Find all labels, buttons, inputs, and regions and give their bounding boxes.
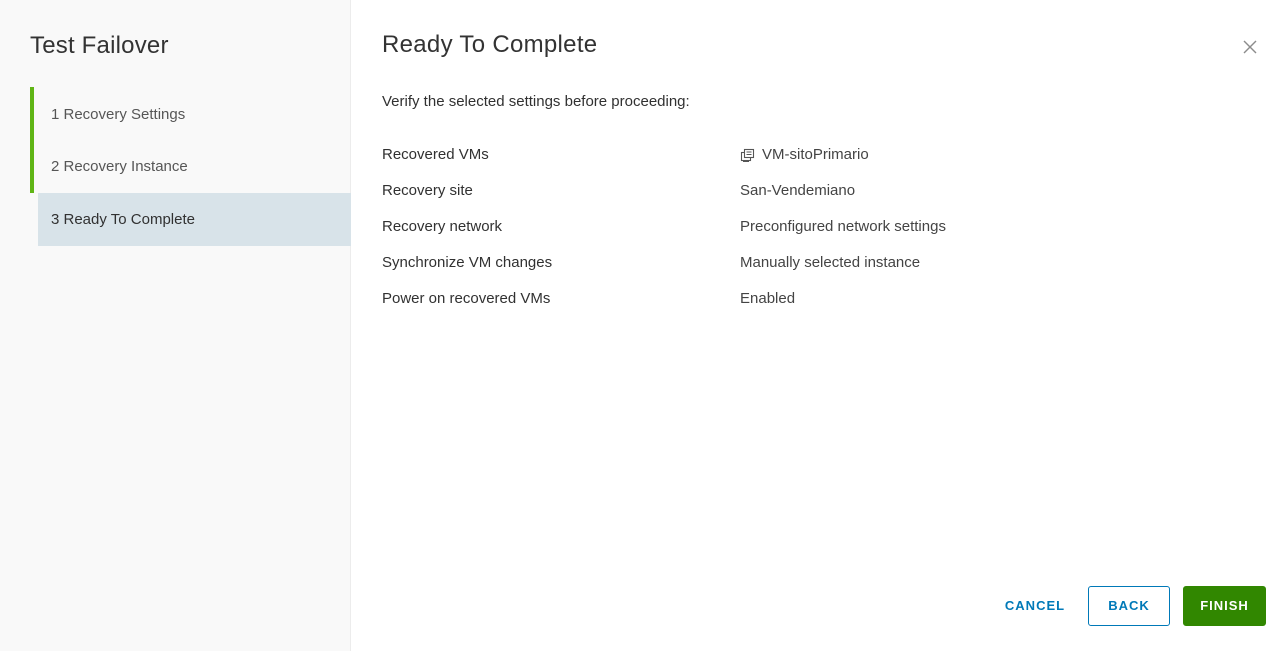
intro-text: Verify the selected settings before proc… (382, 93, 690, 110)
summary-label: Recovery network (382, 218, 503, 235)
summary-value: Enabled (740, 290, 796, 307)
step-label: 2 Recovery Instance (51, 158, 188, 175)
summary-row-recovered-vms: Recovered VMs VM-sitoPrimario (382, 145, 1202, 181)
back-button[interactable]: BACK (1088, 586, 1170, 626)
summary-label: Power on recovered VMs (382, 290, 551, 307)
test-failover-wizard: Test Failover 1 Recovery Settings 2 Reco… (0, 0, 1274, 651)
wizard-title: Test Failover (30, 32, 169, 59)
step-ready-to-complete[interactable]: 3 Ready To Complete (38, 193, 351, 246)
cancel-button[interactable]: CANCEL (990, 586, 1080, 626)
summary-value: Preconfigured network settings (740, 218, 946, 235)
vm-icon (740, 147, 756, 163)
finish-button[interactable]: FINISH (1183, 586, 1266, 626)
summary-row-synchronize-vm-changes: Synchronize VM changes Manually selected… (382, 253, 1202, 289)
summary-value: Manually selected instance (740, 254, 921, 271)
step-label: 1 Recovery Settings (51, 106, 186, 123)
close-icon[interactable] (1240, 37, 1260, 57)
summary-row-recovery-site: Recovery site San-Vendemiano (382, 181, 1202, 217)
step-complete-indicator (30, 140, 34, 193)
summary-value: VM-sitoPrimario (740, 145, 869, 165)
step-complete-indicator (30, 87, 34, 140)
summary-row-power-on-recovered-vms: Power on recovered VMs Enabled (382, 289, 1202, 325)
wizard-steps: 1 Recovery Settings 2 Recovery Instance … (30, 87, 351, 246)
summary-value: San-Vendemiano (740, 182, 856, 199)
step-recovery-instance[interactable]: 2 Recovery Instance (30, 140, 351, 193)
step-recovery-settings[interactable]: 1 Recovery Settings (30, 87, 351, 140)
page-title: Ready To Complete (382, 31, 598, 58)
summary-label: Recovery site (382, 182, 473, 199)
summary-label: Synchronize VM changes (382, 254, 553, 271)
step-label: 3 Ready To Complete (51, 211, 195, 228)
wizard-main-content: Ready To Complete Verify the selected se… (351, 0, 1274, 651)
summary-label: Recovered VMs (382, 146, 489, 163)
summary-row-recovery-network: Recovery network Preconfigured network s… (382, 217, 1202, 253)
summary-list: Recovered VMs VM-sitoPrimario Recovery s… (382, 145, 1202, 325)
recovered-vm-name: VM-sitoPrimario (762, 146, 869, 163)
wizard-nav-pane: Test Failover 1 Recovery Settings 2 Reco… (0, 0, 351, 651)
